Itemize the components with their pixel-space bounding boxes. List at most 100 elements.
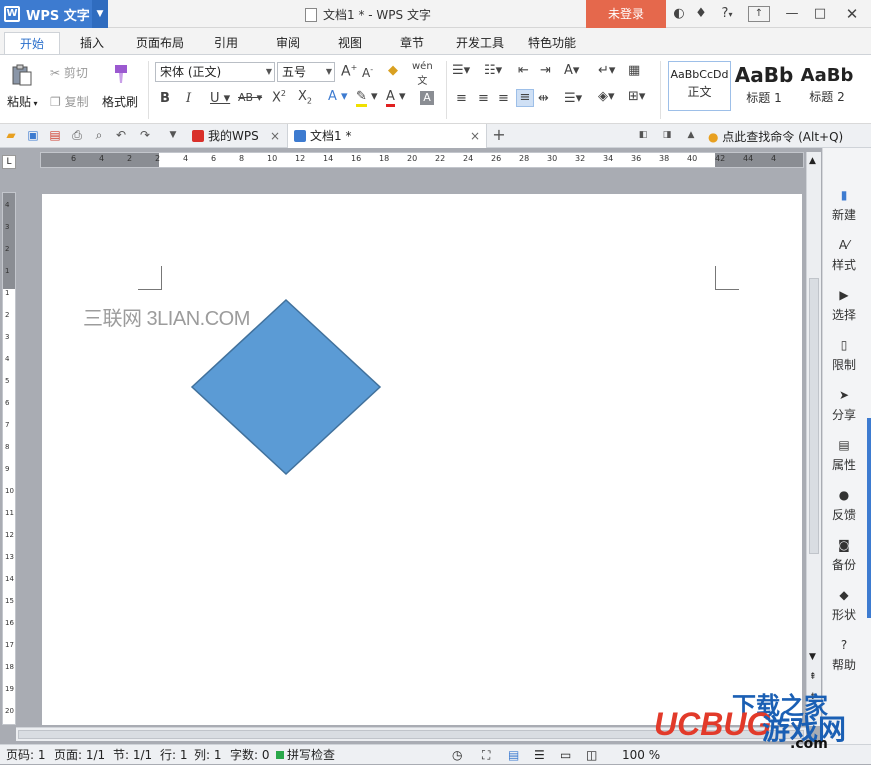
font-color-icon[interactable]: A ▾ [386,89,406,107]
distribute-icon[interactable]: ⇹ [538,91,549,106]
redo-icon[interactable]: ↷ [138,128,152,142]
align-center-icon[interactable]: ≡ [478,91,489,106]
print-preview-icon[interactable]: ⌕ [92,128,106,142]
bullets-icon[interactable]: ☰▾ [452,63,470,78]
skin-icon[interactable]: ◐ [670,0,688,28]
tab-special[interactable]: 特色功能 [522,32,582,54]
character-shading-icon[interactable]: A [420,91,434,105]
style-normal[interactable]: AaBbCcDd 正文 [668,61,731,111]
tab-stop-selector[interactable]: L [2,155,16,169]
new-tab-button[interactable]: + [492,127,506,143]
cut-button[interactable]: ✂ 剪切 [50,64,88,81]
vertical-ruler[interactable]: 4 3 2 1 1 2 3 4 5 6 7 8 9 10 11 12 13 14 15 16 17 18 19 20 [2,192,16,725]
login-button[interactable]: 未登录 [586,0,666,28]
horizontal-ruler[interactable]: 6 4 2 2 4 6 8 10 12 14 16 18 20 22 24 26 28 30 32 34 36 38 40 4… [40,152,804,168]
font-name-select[interactable]: 宋体 (正文) ▼ [155,62,275,82]
maximize-icon[interactable]: □ [810,0,830,28]
open-folder-icon[interactable]: ▰ [4,128,18,142]
close-icon[interactable]: ✕ [840,0,864,28]
upload-icon[interactable]: ↑ [748,6,770,22]
side-backup-button[interactable]: ◙ 备份 [823,538,865,573]
align-right-icon[interactable]: ≡ [498,91,509,106]
status-word-count[interactable]: 字数: 0 [230,745,270,765]
save-icon[interactable]: ▣ [26,128,40,142]
history-icon[interactable]: ◷ [452,745,462,765]
export-pdf-icon[interactable]: ▤ [48,128,62,142]
fullscreen-icon[interactable]: ⛶ [482,745,490,765]
increase-indent-icon[interactable]: ⇥ [540,63,551,78]
table-icon[interactable]: ▦ [628,63,640,78]
format-painter-icon[interactable] [108,61,134,85]
side-share-button[interactable]: ➤ 分享 [823,388,865,423]
scroll-down-icon[interactable]: ▼ [809,652,816,662]
scroll-up-icon[interactable]: ▲ [809,156,816,166]
superscript-icon[interactable]: X2 [272,89,286,105]
text-effect-icon[interactable]: A ▾ [328,89,348,104]
paste-button[interactable]: 粘贴 ▾ [7,93,38,110]
side-new-button[interactable]: ▮ 新建 [823,188,865,223]
customize-toolbar-icon[interactable]: ▼ [166,128,180,142]
chevron-down-icon[interactable]: ▼ [92,0,108,28]
spell-check-toggle[interactable]: 拼写检查 [276,745,335,765]
tab-developer[interactable]: 开发工具 [450,32,510,54]
borders-icon[interactable]: ⊞▾ [628,89,645,104]
tab-page-layout[interactable]: 页面布局 [130,32,190,54]
page-view-icon[interactable]: ▤ [508,745,519,765]
decrease-indent-icon[interactable]: ⇤ [518,63,529,78]
chinese-layout-icon[interactable]: A▾ [564,63,579,78]
grow-font-icon[interactable]: A+ [341,63,357,80]
tab-view[interactable]: 视图 [330,32,370,54]
reading-view-icon[interactable]: ◫ [586,745,597,765]
subscript-icon[interactable]: X2 [298,89,312,106]
align-left-icon[interactable]: ≡ [456,91,467,106]
style-heading-2[interactable]: AaBb 标题 2 [797,61,857,111]
shading-icon[interactable]: ◈▾ [598,89,615,104]
line-spacing-icon[interactable]: ☰▾ [564,91,582,106]
web-view-icon[interactable]: ▭ [560,745,571,765]
diamond-shape[interactable] [190,298,382,476]
tab-my-wps[interactable]: 我的WPS × [186,124,286,148]
print-icon[interactable]: ⎙ [70,128,84,142]
show-marks-icon[interactable]: ↵▾ [598,63,615,78]
phonetic-guide-icon[interactable]: wén 文 [412,61,433,87]
app-menu-button[interactable]: W WPS 文字 ▼ [0,0,108,28]
minimize-icon[interactable]: — [782,0,802,28]
side-select-button[interactable]: ▶ 选择 [823,288,865,323]
tab-section[interactable]: 章节 [392,32,432,54]
tab-insert[interactable]: 插入 [70,32,114,54]
copy-button[interactable]: ❐ 复制 [50,93,89,110]
close-icon[interactable]: × [270,124,280,148]
italic-icon[interactable]: I [186,91,191,106]
side-properties-button[interactable]: ▤ 属性 [823,438,865,473]
shrink-font-icon[interactable]: A- [362,65,373,80]
side-help-button[interactable]: ? 帮助 [823,638,865,673]
document-page[interactable]: 三联网 3LIAN.COM [42,194,802,725]
command-search[interactable]: ● 点此查找命令 (Alt+Q) [708,128,843,145]
ribbon-options-icon[interactable]: ◨ [660,128,674,142]
bold-icon[interactable]: B [160,91,170,106]
status-page-number[interactable]: 页码: 1 [6,745,46,765]
justify-icon[interactable]: ≡ [516,89,534,107]
side-restrict-button[interactable]: ▯ 限制 [823,338,865,373]
shirt-icon[interactable]: ♦ [692,0,710,28]
help-button[interactable]: ?▾ [716,0,738,28]
underline-icon[interactable]: U ▾ [210,91,230,106]
collapse-ribbon-icon[interactable]: ◧ [636,128,650,142]
clear-format-icon[interactable]: ◆ [388,63,398,78]
tab-review[interactable]: 审阅 [268,32,308,54]
vertical-scrollbar[interactable]: ▲ ▼ ⇞ ⇟ [806,152,821,726]
undo-icon[interactable]: ↶ [114,128,128,142]
font-size-select[interactable]: 五号 ▼ [277,62,335,82]
scrollbar-thumb[interactable] [809,278,819,554]
close-icon[interactable]: × [470,124,480,148]
numbering-icon[interactable]: ☷▾ [484,63,502,78]
side-feedback-button[interactable]: ● 反馈 [823,488,865,523]
tab-document1[interactable]: 文档1 * × [287,124,487,148]
side-shape-button[interactable]: ◆ 形状 [823,588,865,623]
style-heading-1[interactable]: AaBb 标题 1 [733,61,795,111]
format-painter-button[interactable]: 格式刷 [102,93,138,110]
ribbon-expand-icon[interactable]: ▲ [684,128,698,142]
tab-start[interactable]: 开始 [4,32,60,54]
highlight-icon[interactable]: ✎ ▾ [356,89,378,107]
side-style-button[interactable]: A⁄ 样式 [823,238,865,273]
